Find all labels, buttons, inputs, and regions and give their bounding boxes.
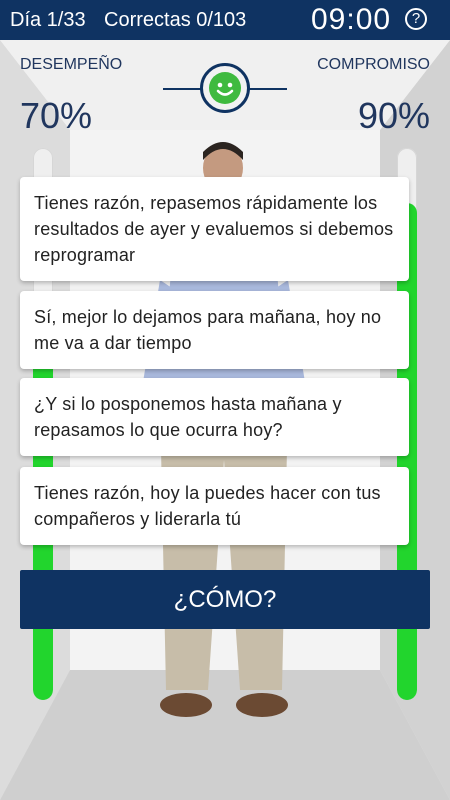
answer-option-1[interactable]: Tienes razón, repasemos rápidamente los … bbox=[20, 177, 409, 281]
answer-option-2[interactable]: Sí, mejor lo dejamos para mañana, hoy no… bbox=[20, 291, 409, 369]
commitment-label: COMPROMISO bbox=[317, 56, 430, 73]
day-counter: Día 1/33 bbox=[10, 9, 86, 31]
answer-option-3[interactable]: ¿Y si lo posponemos hasta mañana y repas… bbox=[20, 378, 409, 456]
performance-label: DESEMPEÑO bbox=[20, 56, 123, 73]
answer-option-text: Tienes razón, hoy la puedes hacer con tu… bbox=[34, 483, 381, 529]
timer: 09:00 bbox=[311, 3, 392, 36]
smiley-face-icon bbox=[209, 72, 241, 104]
help-icon[interactable]: ? bbox=[405, 8, 427, 30]
performance-value: 70% bbox=[20, 95, 93, 136]
how-button[interactable]: ¿CÓMO? bbox=[20, 570, 430, 629]
answer-option-text: ¿Y si lo posponemos hasta mañana y repas… bbox=[34, 394, 342, 440]
answer-option-4[interactable]: Tienes razón, hoy la puedes hacer con tu… bbox=[20, 467, 409, 545]
answer-option-text: Sí, mejor lo dejamos para mañana, hoy no… bbox=[34, 307, 382, 353]
correct-counter: Correctas 0/103 bbox=[104, 9, 247, 31]
mood-indicator bbox=[163, 63, 287, 113]
answer-option-text: Tienes razón, repasemos rápidamente los … bbox=[34, 193, 394, 265]
top-bar: Día 1/33 Correctas 0/103 09:00 ? bbox=[0, 0, 450, 40]
commitment-value: 90% bbox=[357, 95, 430, 136]
